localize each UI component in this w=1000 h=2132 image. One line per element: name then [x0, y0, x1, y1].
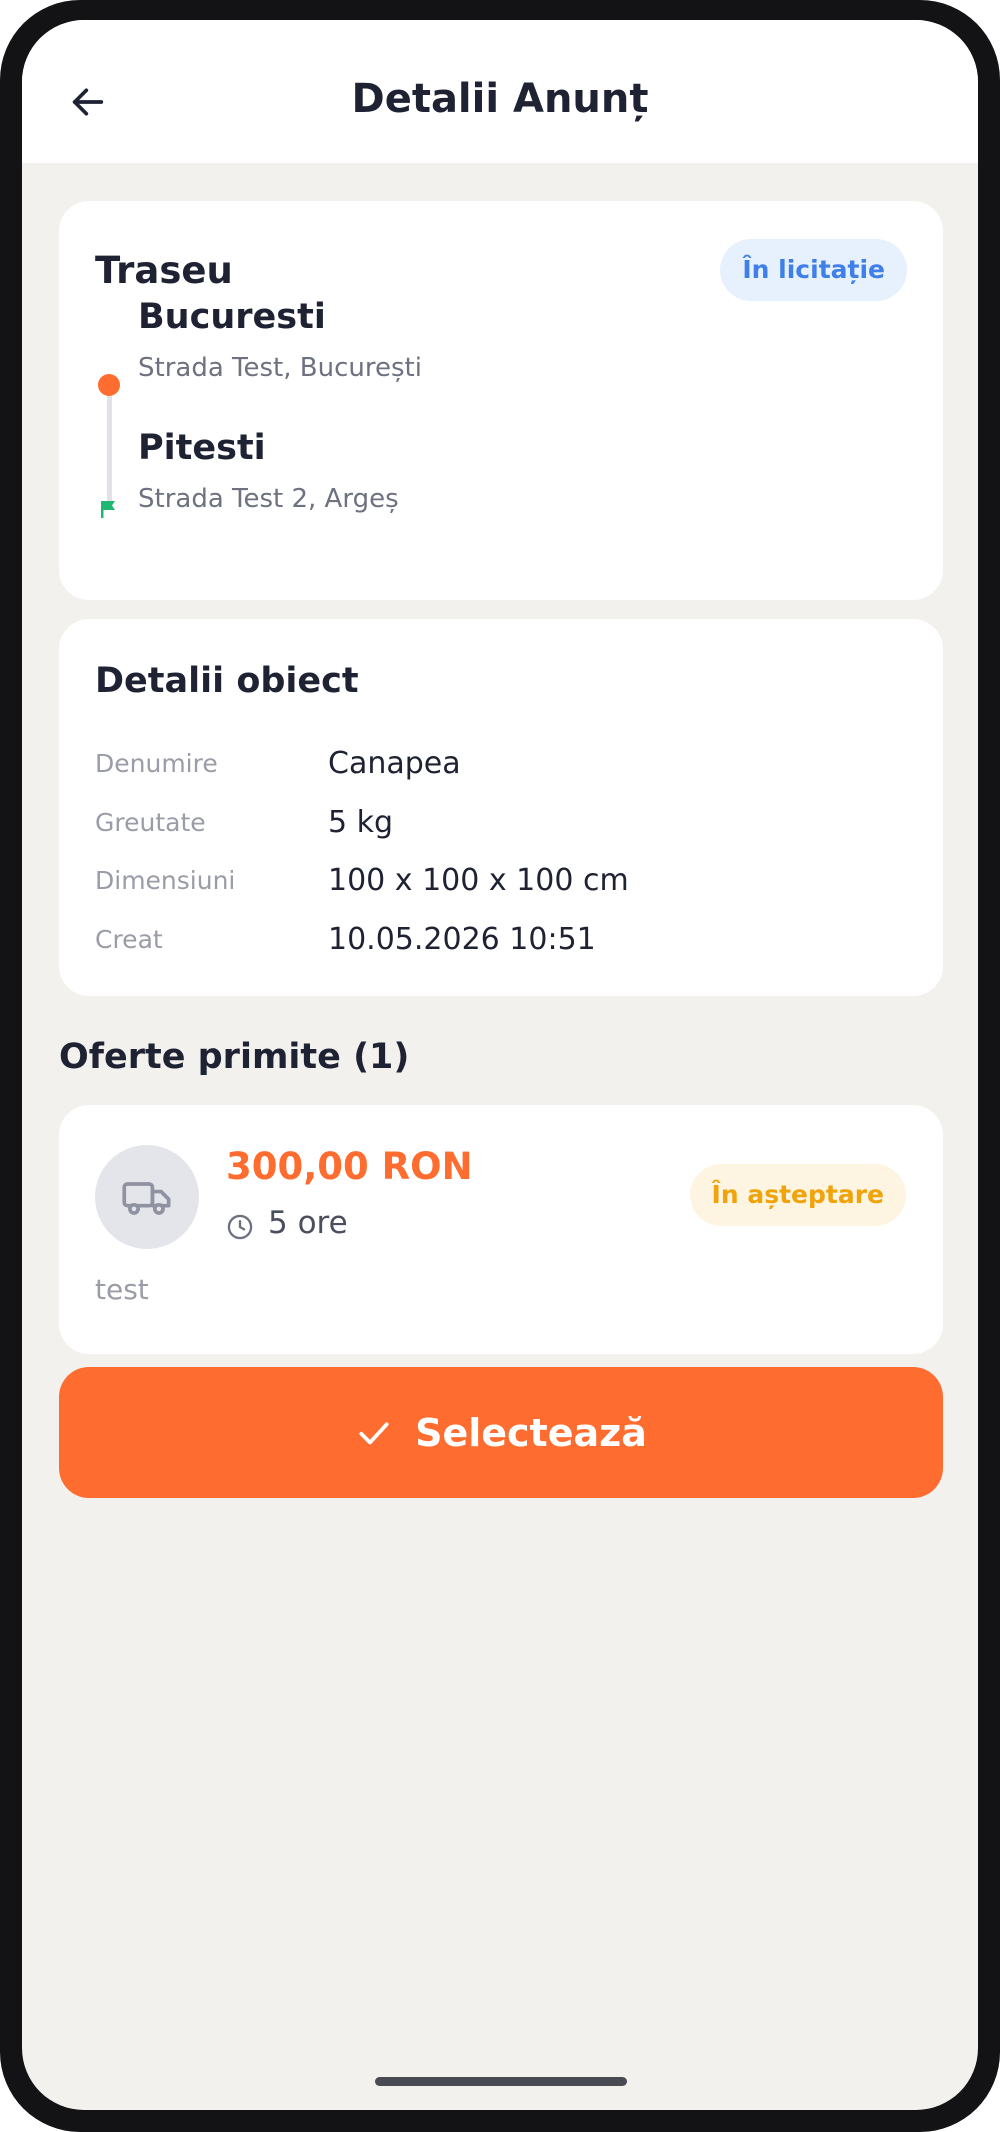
app-bar: Detalii Anunț: [22, 20, 978, 163]
check-icon: [359, 1421, 389, 1444]
detail-label-dimensions: Dimensiuni: [95, 866, 236, 895]
detail-value-weight: 5 kg: [328, 805, 394, 840]
destination-city: Pitesti: [138, 428, 266, 468]
detail-value-name: Canapea: [328, 746, 461, 781]
truck-icon: [122, 1182, 171, 1215]
offers-heading: Oferte primite (1): [59, 1037, 410, 1077]
clock-icon: [227, 1214, 253, 1240]
offer-note: test: [95, 1273, 149, 1306]
route-connector-line: [107, 387, 112, 507]
detail-label-name: Denumire: [95, 749, 218, 778]
origin-city: Bucuresti: [138, 297, 326, 337]
object-details-card: Detalii obiect Denumire Canapea Greutate…: [59, 619, 943, 996]
page-title: Detalii Anunț: [351, 76, 649, 122]
offer-price: 300,00 RON: [226, 1145, 473, 1188]
object-details-heading: Detalii obiect: [95, 661, 359, 701]
route-heading: Traseu: [95, 249, 233, 292]
avatar: [95, 1145, 199, 1249]
phone-frame: Detalii Anunț Traseu În licitație Bucure…: [0, 0, 1000, 2132]
detail-label-weight: Greutate: [95, 808, 206, 837]
detail-value-dimensions: 100 x 100 x 100 cm: [328, 863, 629, 898]
route-card: Traseu În licitație Bucuresti Strada Tes…: [59, 201, 943, 600]
select-button-label: Selectează: [415, 1410, 647, 1455]
offer-duration: 5 ore: [268, 1205, 348, 1241]
detail-label-created: Creat: [95, 925, 163, 954]
destination-flag-icon: [101, 501, 115, 518]
screen: Detalii Anunț Traseu În licitație Bucure…: [22, 20, 978, 2110]
select-offer-button[interactable]: Selectează: [59, 1367, 943, 1498]
origin-dot-icon: [98, 374, 120, 396]
origin-address: Strada Test, București: [138, 353, 422, 383]
detail-value-created: 10.05.2026 10:51: [328, 922, 596, 957]
destination-address: Strada Test 2, Argeș: [138, 484, 399, 514]
offer-card[interactable]: 300,00 RON 5 ore În așteptare test: [59, 1105, 943, 1354]
home-indicator[interactable]: [375, 2077, 627, 2086]
auction-status-badge: În licitație: [720, 239, 907, 301]
waiting-status-badge: În așteptare: [689, 1164, 906, 1226]
